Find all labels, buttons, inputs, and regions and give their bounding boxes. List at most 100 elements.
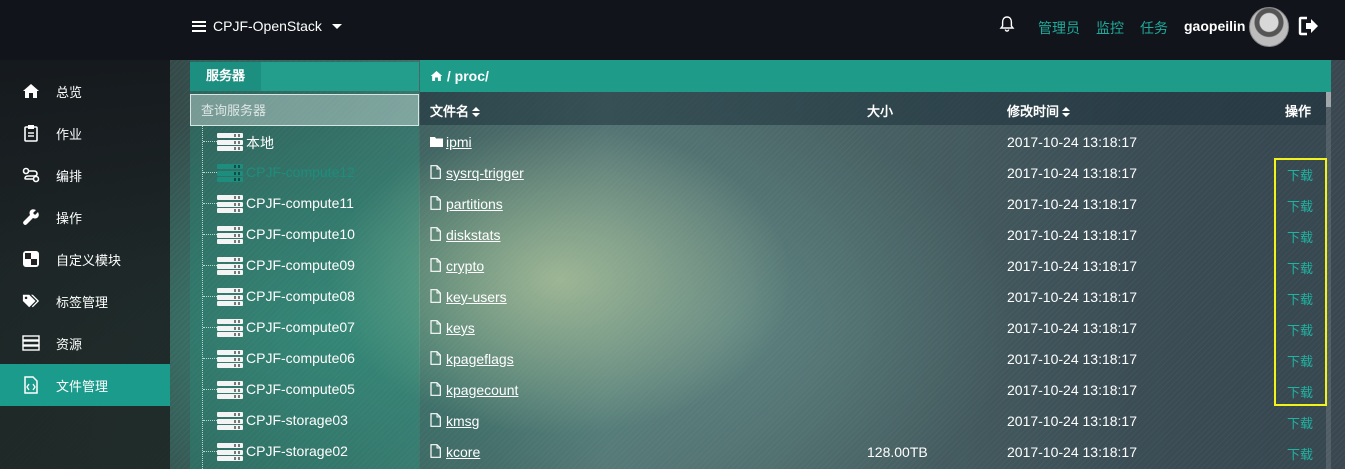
sidebar-item-custom-modules[interactable]: 自定义模块 [0, 238, 170, 280]
sidebar-item-file-management[interactable]: 文件管理 [0, 364, 170, 406]
sidebar-item-jobs[interactable]: 作业 [0, 112, 170, 154]
file-mtime: 2017-10-24 13:18:17 [1007, 289, 1137, 305]
download-link[interactable]: 下载 [1287, 289, 1313, 308]
file-icon [430, 444, 442, 458]
server-name: CPJF-compute06 [246, 350, 355, 366]
file-row[interactable]: ipmi 2017-10-24 13:18:17 [420, 126, 1326, 157]
nav-tasks[interactable]: 任务 [1140, 18, 1168, 38]
server-tree-item[interactable]: CPJF-compute12 [190, 157, 419, 188]
server-icon [217, 226, 243, 244]
file-name-link[interactable]: keys [446, 320, 475, 336]
scrollbar-track[interactable] [1326, 92, 1331, 469]
file-name-link[interactable]: ipmi [446, 134, 472, 150]
server-tree-item[interactable]: CPJF-compute08 [190, 281, 419, 312]
server-icon [217, 412, 243, 430]
file-mtime: 2017-10-24 13:18:17 [1007, 165, 1137, 181]
file-mtime: 2017-10-24 13:18:17 [1007, 227, 1137, 243]
sidebar-item-label: 操作 [56, 210, 83, 226]
file-name-link[interactable]: key-users [446, 289, 507, 305]
download-link[interactable]: 下载 [1287, 165, 1313, 184]
sidebar: 总览 作业 编排 操作 自定义模块 标签管理 资源 文件管理 [0, 60, 170, 469]
server-tree-item[interactable]: CPJF-compute06 [190, 343, 419, 374]
download-link[interactable]: 下载 [1287, 444, 1313, 463]
username[interactable]: gaopeilin [1184, 18, 1245, 34]
tree-connector [203, 265, 217, 266]
file-name-link[interactable]: kpageflags [446, 351, 514, 367]
server-icon [217, 133, 243, 151]
file-row[interactable]: kpagecount 2017-10-24 13:18:17 下载 [420, 374, 1326, 405]
caret-down-icon [331, 23, 342, 29]
server-search-input[interactable] [190, 94, 419, 126]
nav-monitor[interactable]: 监控 [1096, 18, 1124, 38]
file-size: 128.00TB [867, 444, 928, 460]
file-name-link[interactable]: crypto [446, 258, 484, 274]
sidebar-item-tags[interactable]: 标签管理 [0, 280, 170, 322]
server-name: CPJF-compute05 [246, 381, 355, 397]
home-icon [22, 82, 40, 100]
tree-connector [203, 296, 217, 297]
server-icon [217, 319, 243, 337]
file-row[interactable]: key-users 2017-10-24 13:18:17 下载 [420, 281, 1326, 312]
file-table-header: 文件名 大小 修改时间 操作 [420, 92, 1326, 125]
logout-icon[interactable] [1298, 16, 1320, 36]
bell-icon[interactable] [999, 15, 1015, 33]
sidebar-item-operations[interactable]: 操作 [0, 196, 170, 238]
nav-admin[interactable]: 管理员 [1038, 18, 1080, 38]
server-tree-item[interactable]: 本地 [190, 126, 419, 157]
server-tree-item[interactable]: CPJF-storage02 [190, 436, 419, 467]
file-name-link[interactable]: partitions [446, 196, 503, 212]
file-name-link[interactable]: diskstats [446, 227, 500, 243]
sidebar-item-resources[interactable]: 资源 [0, 322, 170, 364]
file-row[interactable]: sysrq-trigger 2017-10-24 13:18:17 下载 [420, 157, 1326, 188]
tree-connector [203, 358, 217, 359]
download-link[interactable]: 下载 [1287, 382, 1313, 401]
server-tree-item[interactable]: CPJF-compute05 [190, 374, 419, 405]
server-icon [217, 443, 243, 461]
sidebar-item-overview[interactable]: 总览 [0, 70, 170, 112]
file-mtime: 2017-10-24 13:18:17 [1007, 320, 1137, 336]
server-tree-item[interactable]: CPJF-compute11 [190, 188, 419, 219]
file-name-link[interactable]: kcore [446, 444, 480, 460]
server-tree-item[interactable]: CPJF-compute10 [190, 219, 419, 250]
download-link[interactable]: 下载 [1287, 227, 1313, 246]
tree-connector [203, 203, 217, 204]
file-row[interactable]: crypto 2017-10-24 13:18:17 下载 [420, 250, 1326, 281]
home-icon[interactable] [430, 61, 443, 93]
tab-servers[interactable]: 服务器 [190, 62, 261, 91]
sidebar-item-label: 文件管理 [56, 378, 109, 394]
file-row[interactable]: diskstats 2017-10-24 13:18:17 下载 [420, 219, 1326, 250]
download-link[interactable]: 下载 [1287, 351, 1313, 370]
file-row[interactable]: kpageflags 2017-10-24 13:18:17 下载 [420, 343, 1326, 374]
tags-icon [22, 292, 40, 310]
file-icon [430, 382, 442, 396]
file-row[interactable]: keys 2017-10-24 13:18:17 下载 [420, 312, 1326, 343]
file-row[interactable]: kcore 128.00TB 2017-10-24 13:18:17 下载 [420, 436, 1326, 467]
server-tree-item[interactable]: CPJF-compute09 [190, 250, 419, 281]
file-name-link[interactable]: kpagecount [446, 382, 518, 398]
folder-icon [430, 134, 443, 148]
file-row[interactable]: kmsg 2017-10-24 13:18:17 下载 [420, 405, 1326, 436]
avatar[interactable] [1249, 7, 1289, 47]
sidebar-item-orchestration[interactable]: 编排 [0, 154, 170, 196]
file-icon [430, 413, 442, 427]
file-mtime: 2017-10-24 13:18:17 [1007, 382, 1137, 398]
file-row[interactable]: partitions 2017-10-24 13:18:17 下载 [420, 188, 1326, 219]
download-link[interactable]: 下载 [1287, 258, 1313, 277]
column-header-mtime[interactable]: 修改时间 [1007, 101, 1071, 120]
download-link[interactable]: 下载 [1287, 320, 1313, 339]
server-tree-item[interactable]: CPJF-compute07 [190, 312, 419, 343]
project-switcher[interactable]: CPJF-OpenStack [192, 18, 342, 34]
column-header-name[interactable]: 文件名 [430, 101, 481, 120]
server-tab-bar [261, 62, 419, 91]
file-name-link[interactable]: sysrq-trigger [446, 165, 524, 181]
scrollbar-thumb[interactable] [1326, 92, 1331, 107]
file-name-link[interactable]: kmsg [446, 413, 479, 429]
download-link[interactable]: 下载 [1287, 196, 1313, 215]
server-name: CPJF-storage03 [246, 412, 348, 428]
download-link[interactable]: 下载 [1287, 413, 1313, 432]
server-tree-item[interactable]: CPJF-storage03 [190, 405, 419, 436]
current-path: / proc/ [446, 68, 489, 84]
sidebar-item-label: 自定义模块 [56, 252, 122, 268]
top-navbar: CPJF-OpenStack 管理员 监控 任务 gaopeilin [0, 0, 1345, 60]
sidebar-item-label: 编排 [56, 168, 83, 184]
